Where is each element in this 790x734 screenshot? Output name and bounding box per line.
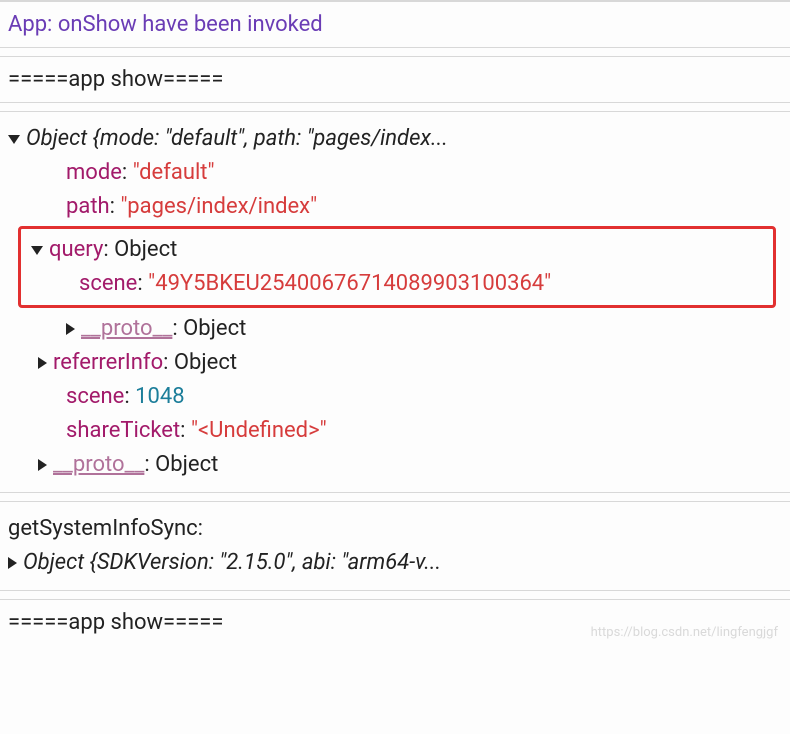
colon: : xyxy=(137,267,148,301)
systeminfo-obj-text: Object {SDKVersion: "2.15.0", abi: "arm6… xyxy=(23,546,441,580)
prop-key: scene xyxy=(66,380,124,414)
prop-type: : Object xyxy=(144,448,218,482)
prop-key: query xyxy=(49,233,103,267)
prop-shareticket: shareTicket : "<Undefined>" xyxy=(8,414,782,448)
log-entry-appshow-1: =====app show===== xyxy=(0,56,790,103)
prop-referrer[interactable]: referrerInfo : Object xyxy=(8,346,782,380)
prop-value: "default" xyxy=(133,156,215,190)
chevron-right-icon xyxy=(66,323,75,335)
colon: : xyxy=(180,414,191,448)
prop-type: : Object xyxy=(103,233,177,267)
prop-value: "<Undefined>" xyxy=(191,414,327,448)
prop-value: 1048 xyxy=(135,380,184,414)
prop-type: : Object xyxy=(163,346,237,380)
prop-type: : Object xyxy=(172,312,246,346)
systeminfo-label-row: getSystemInfoSync: xyxy=(8,512,782,546)
colon: : xyxy=(122,156,133,190)
prop-key: mode xyxy=(66,156,122,190)
appshow-footer-text: =====app show===== xyxy=(8,610,223,635)
prop-query-scene: scene : "49Y5BKEU254006767140899031003​6… xyxy=(21,267,773,301)
systeminfo-label: getSystemInfoSync: xyxy=(8,512,203,546)
log-entry-systeminfo: getSystemInfoSync: Object {SDKVersion: "… xyxy=(0,501,790,591)
prop-key: __proto__ xyxy=(53,448,144,482)
prop-proto-inner[interactable]: __proto__ : Object xyxy=(8,312,782,346)
colon: : xyxy=(124,380,135,414)
prop-value: "pages/index/index" xyxy=(120,190,317,224)
log-entry-invoked: App: onShow have been invoked xyxy=(0,0,790,48)
systeminfo-obj-row[interactable]: Object {SDKVersion: "2.15.0", abi: "arm6… xyxy=(8,546,782,580)
prop-key: referrerInfo xyxy=(53,346,163,380)
chevron-down-icon xyxy=(8,135,20,144)
colon: : xyxy=(110,190,121,224)
appshow-text: =====app show===== xyxy=(8,67,223,92)
chevron-right-icon xyxy=(38,357,47,369)
prop-mode: mode : "default" xyxy=(8,156,782,190)
prop-key: __proto__ xyxy=(81,312,172,346)
chevron-down-icon xyxy=(31,246,43,255)
prop-key: scene xyxy=(79,267,137,301)
prop-scene2: scene : 1048 xyxy=(8,380,782,414)
prop-proto-outer[interactable]: __proto__ : Object xyxy=(8,448,782,482)
prop-key: shareTicket xyxy=(66,414,180,448)
prop-value: "49Y5BKEU254006767140899031003​64" xyxy=(148,267,551,301)
prop-key: path xyxy=(66,190,110,224)
object-header-text: Object {mode: "default", path: "pages/in… xyxy=(26,122,448,156)
prop-path: path : "pages/index/index" xyxy=(8,190,782,224)
chevron-right-icon xyxy=(38,459,47,471)
highlighted-query-box: query : Object scene : "49Y5BKEU25400676… xyxy=(18,226,776,308)
log-entry-object: Object {mode: "default", path: "pages/in… xyxy=(0,111,790,493)
log-entry-appshow-2: =====app show===== xyxy=(0,599,790,645)
chevron-right-icon xyxy=(8,557,17,569)
prop-query[interactable]: query : Object xyxy=(21,233,773,267)
object-header-row[interactable]: Object {mode: "default", path: "pages/in… xyxy=(8,122,782,156)
invoked-text: App: onShow have been invoked xyxy=(8,12,323,37)
